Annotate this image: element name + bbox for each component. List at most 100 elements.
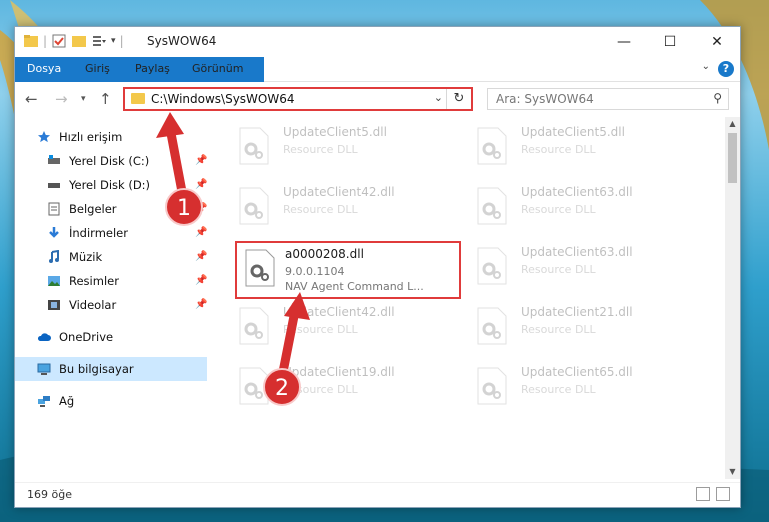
- folder-icon: [131, 93, 145, 104]
- pin-icon: 📌: [195, 275, 208, 286]
- sidebar-item-music[interactable]: Müzik 📌: [15, 245, 207, 269]
- file-item-a0000208-dll[interactable]: a0000208.dll 9.0.0.1104 NAV Agent Comman…: [235, 241, 461, 299]
- file-description: Resource DLL: [283, 143, 358, 156]
- file-item[interactable]: UpdateClient5.dll Resource DLL: [231, 119, 456, 171]
- file-description: NAV Agent Command L...: [285, 280, 424, 293]
- sidebar-item-quick-access[interactable]: Hızlı erişim: [15, 125, 207, 149]
- file-item[interactable]: UpdateClient42.dll Resource DLL: [231, 299, 456, 351]
- chevron-down-icon[interactable]: ⌄: [434, 91, 443, 104]
- cloud-icon: [37, 333, 51, 341]
- dll-file-icon: [239, 307, 269, 345]
- dll-file-icon: [245, 249, 275, 287]
- file-name: UpdateClient21.dll: [521, 305, 633, 319]
- file-name: UpdateClient63.dll: [521, 245, 633, 259]
- file-name: UpdateClient65.dll: [521, 365, 633, 379]
- navigation-bar: ← → ▾ ↑ C:\Windows\SysWOW64 ⌄ ↻ Ara: Sys…: [15, 82, 740, 116]
- sidebar-item-videos[interactable]: Videolar 📌: [15, 293, 207, 317]
- tab-home[interactable]: Giriş: [85, 57, 110, 81]
- file-item[interactable]: UpdateClient65.dll Resource DLL: [469, 359, 694, 411]
- sidebar-item-label: Bu bilgisayar: [59, 362, 134, 376]
- large-icons-view-icon[interactable]: [716, 487, 730, 501]
- scroll-up-icon[interactable]: ▲: [725, 117, 740, 131]
- maximize-button[interactable]: ☐: [647, 27, 693, 57]
- toolbar-separator: |: [43, 34, 48, 48]
- file-description: Resource DLL: [521, 143, 596, 156]
- scrollbar-thumb[interactable]: [728, 133, 737, 183]
- sidebar-item-label: Ağ: [59, 394, 75, 408]
- title-bar: | ▾ | SysWOW64 — ☐ ✕: [15, 27, 740, 57]
- sidebar-item-label: Yerel Disk (C:): [69, 154, 150, 168]
- search-icon: ⚲: [713, 91, 722, 105]
- search-placeholder: Ara: SysWOW64: [496, 92, 594, 106]
- help-icon[interactable]: ?: [718, 61, 734, 77]
- address-path: C:\Windows\SysWOW64: [151, 92, 295, 106]
- sidebar-item-label: Yerel Disk (D:): [69, 178, 151, 192]
- dll-file-icon: [239, 187, 269, 225]
- chevron-down-icon[interactable]: ▾: [111, 36, 116, 46]
- sidebar-item-label: Müzik: [69, 250, 103, 264]
- file-item[interactable]: UpdateClient42.dll Resource DLL: [231, 179, 456, 231]
- sidebar-item-pictures[interactable]: Resimler 📌: [15, 269, 207, 293]
- file-item[interactable]: UpdateClient5.dll Resource DLL: [469, 119, 694, 171]
- file-description: Resource DLL: [283, 323, 358, 336]
- back-button[interactable]: ←: [25, 90, 38, 108]
- file-description: Resource DLL: [521, 263, 596, 276]
- step-badge-2: 2: [263, 368, 301, 406]
- dll-file-icon: [477, 187, 507, 225]
- sidebar-item-label: Videolar: [69, 298, 117, 312]
- window-title: SysWOW64: [147, 34, 217, 48]
- minimize-button[interactable]: —: [601, 27, 647, 57]
- pin-icon: 📌: [195, 227, 208, 238]
- navigation-pane: Hızlı erişim Yerel Disk (C:) 📌 Yerel Dis…: [15, 117, 207, 477]
- file-version: 9.0.0.1104: [285, 265, 345, 278]
- network-icon: [38, 396, 50, 407]
- file-item[interactable]: UpdateClient21.dll Resource DLL: [469, 299, 694, 351]
- scroll-down-icon[interactable]: ▼: [725, 465, 740, 479]
- expand-ribbon-icon[interactable]: ⌄: [702, 61, 710, 72]
- address-bar[interactable]: C:\Windows\SysWOW64 ⌄ ↻: [123, 87, 473, 111]
- step-badge-1: 1: [165, 188, 203, 226]
- quick-access-toolbar: | ▾ |: [23, 33, 124, 49]
- file-explorer-window: | ▾ | SysWOW64 — ☐ ✕ Dosya Giriş Paylaş …: [14, 26, 741, 508]
- recent-locations-icon[interactable]: ▾: [81, 94, 86, 104]
- forward-button[interactable]: →: [55, 90, 68, 108]
- tab-share[interactable]: Paylaş: [135, 57, 170, 81]
- file-name: UpdateClient42.dll: [283, 185, 395, 199]
- download-icon: [49, 227, 59, 238]
- dll-file-icon: [477, 127, 507, 165]
- details-view-icon[interactable]: [696, 487, 710, 501]
- dll-file-icon: [239, 127, 269, 165]
- file-description: Resource DLL: [521, 323, 596, 336]
- new-folder-icon[interactable]: [71, 33, 87, 49]
- sidebar-item-network[interactable]: Ağ: [15, 389, 207, 413]
- pin-icon: 📌: [195, 299, 208, 310]
- sidebar-item-this-pc[interactable]: Bu bilgisayar: [15, 357, 207, 381]
- drive-icon: [48, 183, 60, 188]
- file-name: UpdateClient42.dll: [283, 305, 395, 319]
- vertical-scrollbar[interactable]: ▲ ▼: [725, 117, 740, 479]
- pin-icon: 📌: [195, 251, 208, 262]
- dll-file-icon: [477, 307, 507, 345]
- tab-view[interactable]: Görünüm: [192, 57, 243, 81]
- up-button[interactable]: ↑: [99, 90, 112, 108]
- sidebar-item-label: Resimler: [69, 274, 119, 288]
- item-count: 169 öğe: [27, 488, 72, 501]
- file-item[interactable]: UpdateClient63.dll Resource DLL: [469, 179, 694, 231]
- properties-icon[interactable]: [51, 33, 67, 49]
- sidebar-item-onedrive[interactable]: OneDrive: [15, 325, 207, 349]
- file-description: Resource DLL: [521, 383, 596, 396]
- file-description: Resource DLL: [283, 203, 358, 216]
- file-list: UpdateClient5.dll Resource DLL UpdateCli…: [211, 117, 725, 477]
- pictures-icon: [48, 276, 60, 286]
- ribbon-tabs: Dosya Giriş Paylaş Görünüm ⌄ ?: [15, 57, 740, 109]
- sidebar-item-label: Hızlı erişim: [59, 130, 123, 144]
- file-name: a0000208.dll: [285, 247, 364, 261]
- close-button[interactable]: ✕: [694, 27, 740, 57]
- dll-file-icon: [477, 367, 507, 405]
- file-description: Resource DLL: [521, 203, 596, 216]
- file-item[interactable]: UpdateClient63.dll Resource DLL: [469, 239, 694, 291]
- search-input[interactable]: Ara: SysWOW64 ⚲: [487, 88, 729, 110]
- sidebar-item-local-disk-c[interactable]: Yerel Disk (C:) 📌: [15, 149, 207, 173]
- customize-toolbar-icon[interactable]: [91, 33, 107, 49]
- refresh-button[interactable]: ↻: [446, 89, 471, 109]
